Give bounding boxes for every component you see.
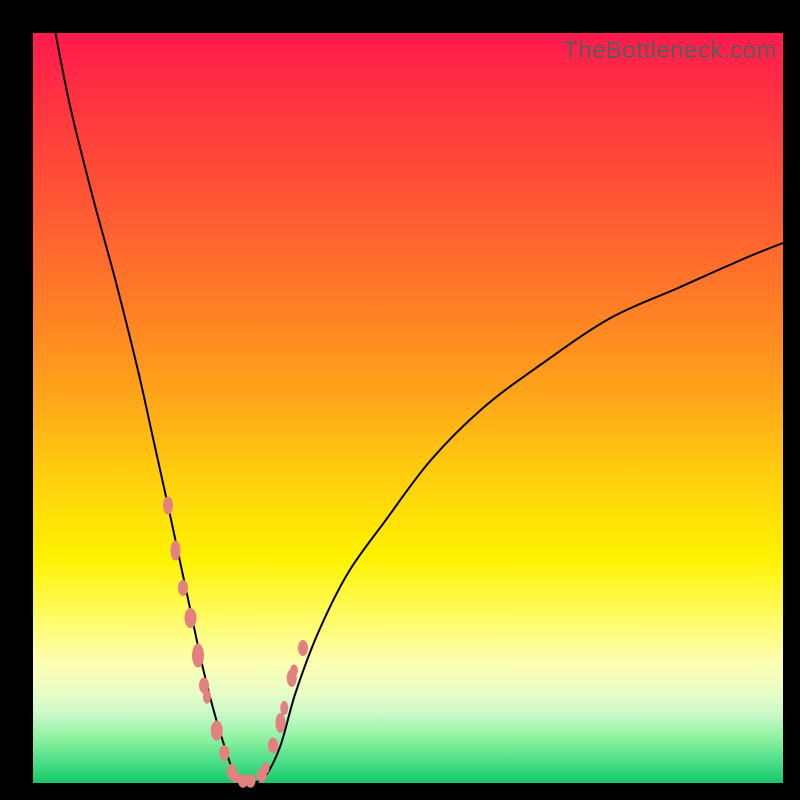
data-marker xyxy=(298,640,308,656)
data-marker xyxy=(246,774,256,788)
chart-frame: TheBottleneck.com xyxy=(0,0,800,800)
bottleneck-curve xyxy=(56,33,784,783)
data-marker xyxy=(163,497,173,515)
data-marker xyxy=(178,580,188,596)
data-marker xyxy=(280,701,288,715)
data-marker xyxy=(268,738,278,754)
data-marker xyxy=(203,690,211,704)
data-marker xyxy=(192,644,204,668)
data-marker xyxy=(219,745,229,761)
marker-group xyxy=(163,497,308,788)
data-marker xyxy=(262,762,270,774)
chart-svg xyxy=(33,33,783,783)
data-marker xyxy=(276,713,286,733)
data-marker xyxy=(211,721,223,741)
data-marker xyxy=(171,541,181,561)
data-marker xyxy=(185,608,197,628)
plot-area: TheBottleneck.com xyxy=(33,33,783,783)
watermark-text: TheBottleneck.com xyxy=(563,37,777,65)
data-marker xyxy=(290,665,298,677)
